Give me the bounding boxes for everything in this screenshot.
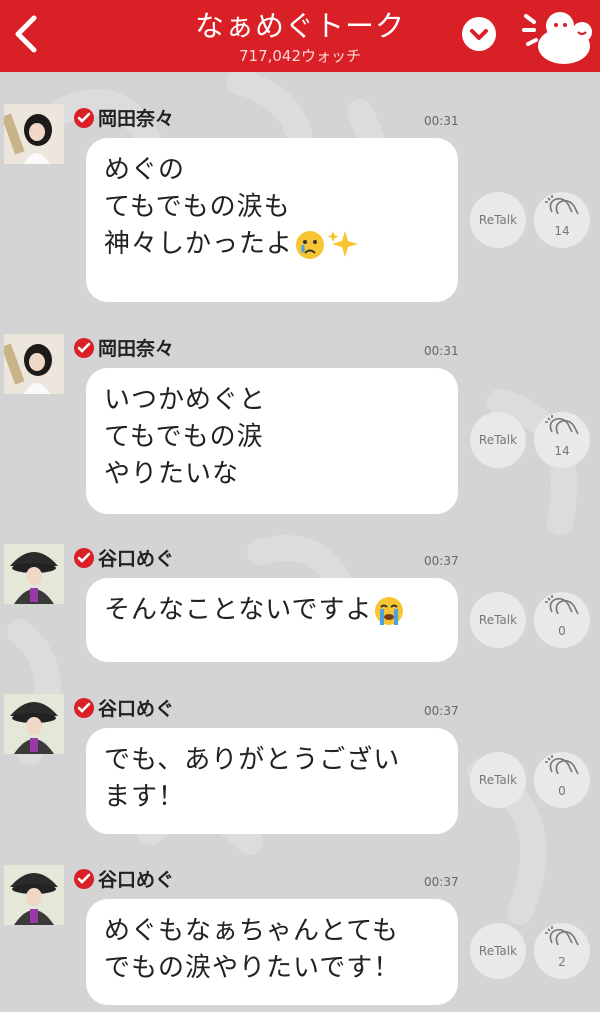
verified-icon bbox=[74, 869, 94, 889]
message-text: めぐの てもでもの涙も 神々しかったよ bbox=[104, 155, 294, 259]
clap-icon bbox=[545, 755, 579, 775]
sender-name: 岡田奈々 bbox=[98, 108, 175, 130]
timestamp: 00:37 bbox=[424, 554, 459, 568]
top-bar: なぁめぐトーク 717,042ウォッチ bbox=[0, 0, 600, 72]
talk-title: なぁめぐトーク bbox=[194, 9, 405, 43]
clap-count: 0 bbox=[558, 624, 566, 638]
retalk-button[interactable]: ReTalk bbox=[470, 592, 526, 648]
timestamp: 00:31 bbox=[424, 344, 459, 358]
message-bubble: でも、ありがとうござい ます！ bbox=[86, 728, 458, 834]
message-text: めぐもなぁちゃんとても でもの涙やりたいです！ bbox=[104, 916, 401, 983]
timestamp: 00:31 bbox=[424, 114, 459, 128]
clap-count: 14 bbox=[554, 444, 570, 458]
clap-count: 14 bbox=[554, 224, 570, 238]
clap-button[interactable]: 0 bbox=[534, 592, 590, 648]
message-bubble: いつかめぐと てもでもの涙 やりたいな bbox=[86, 368, 458, 514]
clap-count: 0 bbox=[558, 784, 566, 798]
sender-name: 岡田奈々 bbox=[98, 338, 175, 360]
clap-button[interactable]: 0 bbox=[534, 752, 590, 808]
verified-icon bbox=[74, 338, 94, 358]
clap-button[interactable]: 14 bbox=[534, 192, 590, 248]
watch-count: 717,042ウォッチ bbox=[238, 47, 362, 65]
message-text: そんなことないですよ bbox=[104, 595, 373, 625]
avatar[interactable] bbox=[4, 104, 64, 164]
clap-button[interactable]: 2 bbox=[534, 923, 590, 979]
avatar[interactable] bbox=[4, 865, 64, 925]
clap-icon bbox=[545, 415, 579, 435]
mascot-icon[interactable] bbox=[520, 6, 598, 66]
verified-icon bbox=[74, 698, 94, 718]
clap-icon bbox=[545, 595, 579, 615]
avatar[interactable] bbox=[4, 694, 64, 754]
sparkles-icon bbox=[327, 230, 359, 257]
avatar[interactable] bbox=[4, 544, 64, 604]
chevron-down-icon bbox=[470, 29, 488, 40]
message-bubble: そんなことないですよ bbox=[86, 578, 458, 662]
dropdown-button[interactable] bbox=[462, 17, 496, 51]
message-bubble: めぐの てもでもの涙も 神々しかったよ bbox=[86, 138, 458, 302]
message-text: いつかめぐと てもでもの涙 やりたいな bbox=[104, 385, 267, 489]
clap-icon bbox=[545, 926, 579, 946]
crying-face-icon bbox=[296, 230, 325, 259]
verified-icon bbox=[74, 108, 94, 128]
timestamp: 00:37 bbox=[424, 704, 459, 718]
verified-icon bbox=[74, 548, 94, 568]
message-text: でも、ありがとうござい ます！ bbox=[104, 745, 401, 812]
retalk-button[interactable]: ReTalk bbox=[470, 192, 526, 248]
timestamp: 00:37 bbox=[424, 875, 459, 889]
sender-name: 谷口めぐ bbox=[98, 869, 175, 891]
sender-name: 谷口めぐ bbox=[98, 698, 175, 720]
retalk-button[interactable]: ReTalk bbox=[470, 412, 526, 468]
clap-count: 2 bbox=[558, 955, 566, 969]
retalk-button[interactable]: ReTalk bbox=[470, 752, 526, 808]
sender-name: 谷口めぐ bbox=[98, 548, 175, 570]
retalk-button[interactable]: ReTalk bbox=[470, 923, 526, 979]
clap-button[interactable]: 14 bbox=[534, 412, 590, 468]
message-bubble: めぐもなぁちゃんとても でもの涙やりたいです！ bbox=[86, 899, 458, 1005]
loudly-crying-face-icon bbox=[375, 596, 404, 625]
clap-icon bbox=[545, 195, 579, 215]
avatar[interactable] bbox=[4, 334, 64, 394]
